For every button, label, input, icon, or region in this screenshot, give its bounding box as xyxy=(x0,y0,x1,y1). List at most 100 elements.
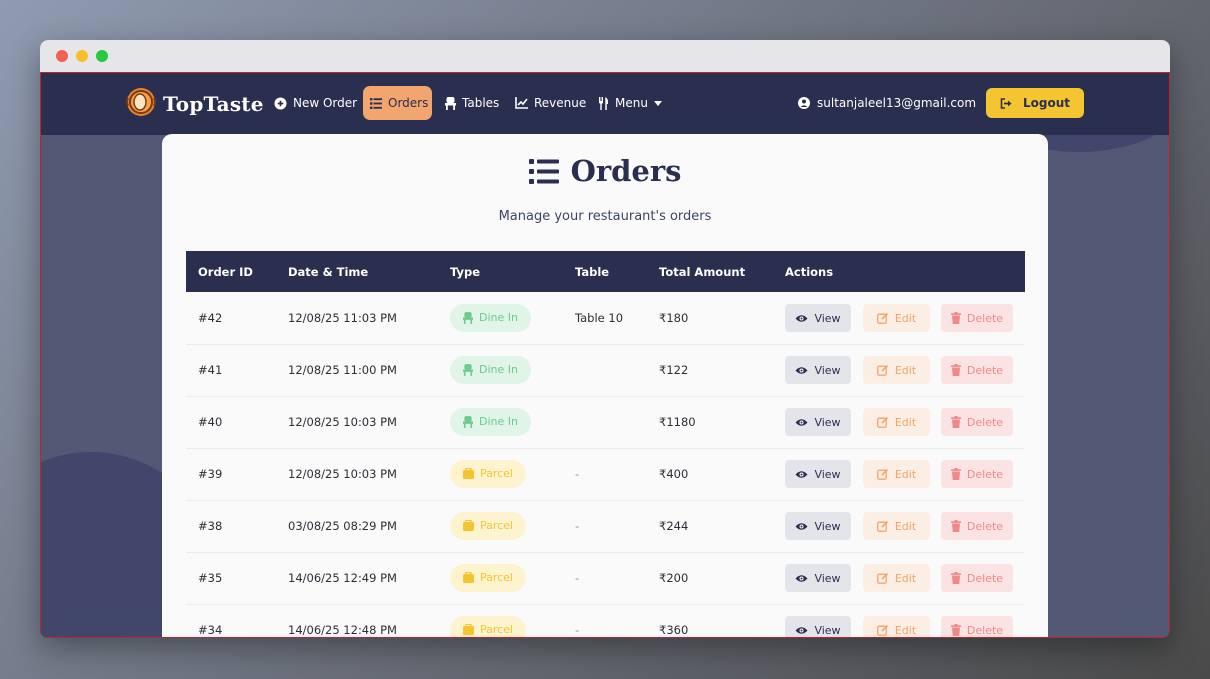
edit-icon xyxy=(876,468,889,480)
trash-icon xyxy=(950,520,961,532)
delete-label: Delete xyxy=(966,311,1004,325)
nav-tables[interactable]: Tables xyxy=(438,86,506,120)
view-button[interactable]: View xyxy=(785,356,851,384)
trash-icon xyxy=(950,416,961,428)
chart-line-icon xyxy=(515,97,528,109)
eye-icon xyxy=(795,574,808,583)
utensils-icon xyxy=(598,96,609,110)
order-table: Table 10 xyxy=(575,310,624,325)
order-id: #38 xyxy=(198,518,223,533)
order-id: #40 xyxy=(198,414,223,429)
view-button[interactable]: View xyxy=(785,408,851,436)
edit-button[interactable]: Edit xyxy=(863,616,930,637)
nav-menu-dropdown[interactable]: Menu xyxy=(591,86,669,120)
column-header-date-time: Date & Time xyxy=(288,264,369,279)
caret-down-icon xyxy=(653,100,662,106)
order-table: - xyxy=(575,466,580,481)
view-button[interactable]: View xyxy=(785,564,851,592)
trash-icon xyxy=(950,624,961,636)
edit-button[interactable]: Edit xyxy=(863,564,930,592)
logout-button[interactable]: Logout xyxy=(986,88,1084,118)
order-amount: ₹180 xyxy=(659,310,689,325)
nav-label: Tables xyxy=(462,96,500,110)
order-type-label: Dine In xyxy=(479,311,518,324)
eye-icon xyxy=(795,314,808,323)
box-icon xyxy=(463,624,474,635)
edit-button[interactable]: Edit xyxy=(863,512,930,540)
view-button[interactable]: View xyxy=(785,512,851,540)
view-label: View xyxy=(814,311,841,325)
close-window-button[interactable] xyxy=(56,50,68,62)
order-type-label: Parcel xyxy=(480,467,514,480)
order-datetime: 12/08/25 11:00 PM xyxy=(288,362,397,377)
user-email: sultanjaleel13@gmail.com xyxy=(817,96,977,110)
order-type-label: Dine In xyxy=(479,415,518,428)
plus-circle-icon xyxy=(274,96,287,110)
order-datetime: 12/08/25 10:03 PM xyxy=(288,414,397,429)
edit-label: Edit xyxy=(894,623,917,637)
box-icon xyxy=(463,468,474,479)
delete-button[interactable]: Delete xyxy=(941,564,1013,592)
edit-label: Edit xyxy=(894,363,917,377)
order-type-badge: Parcel xyxy=(450,563,527,592)
order-id: #34 xyxy=(198,622,223,637)
user-account[interactable]: sultanjaleel13@gmail.com xyxy=(798,86,976,120)
edit-button[interactable]: Edit xyxy=(863,304,930,332)
view-button[interactable]: View xyxy=(785,304,851,332)
table-row: #42 12/08/25 11:03 PM Dine In Table 10 ₹180 V… xyxy=(186,292,1025,345)
edit-button[interactable]: Edit xyxy=(863,408,930,436)
eye-icon xyxy=(795,470,808,479)
nav-orders[interactable]: Orders xyxy=(363,86,432,120)
page-viewport: TopTaste New Order Orders Tables Revenue… xyxy=(40,72,1170,638)
box-icon xyxy=(463,520,474,531)
order-id: #35 xyxy=(198,570,223,585)
order-type-badge: Parcel xyxy=(450,511,527,540)
view-label: View xyxy=(814,363,841,377)
delete-button[interactable]: Delete xyxy=(941,512,1013,540)
trash-icon xyxy=(950,364,961,376)
chair-icon xyxy=(463,415,473,428)
order-type-label: Parcel xyxy=(480,519,514,532)
delete-button[interactable]: Delete xyxy=(941,356,1013,384)
view-label: View xyxy=(814,519,841,533)
order-type: Parcel xyxy=(450,448,527,499)
delete-label: Delete xyxy=(966,363,1004,377)
table-row: #40 12/08/25 10:03 PM Dine In ₹1180 View Edit… xyxy=(186,396,1025,449)
brand-logo-link[interactable]: TopTaste xyxy=(125,87,264,121)
column-header-table: Table xyxy=(575,264,610,279)
view-button[interactable]: View xyxy=(785,616,851,637)
edit-button[interactable]: Edit xyxy=(863,356,930,384)
delete-button[interactable]: Delete xyxy=(941,460,1013,488)
view-label: View xyxy=(814,571,841,585)
delete-button[interactable]: Delete xyxy=(941,408,1013,436)
view-label: View xyxy=(814,623,841,637)
order-type-badge: Dine In xyxy=(450,303,531,332)
table-row: #39 12/08/25 10:03 PM Parcel - ₹400 View Edit D… xyxy=(186,448,1025,501)
table-row: #35 14/06/25 12:49 PM Parcel - ₹200 View Edit D… xyxy=(186,552,1025,605)
edit-label: Edit xyxy=(894,311,917,325)
nav-revenue[interactable]: Revenue xyxy=(508,86,593,120)
nav-new-order[interactable]: New Order xyxy=(267,86,364,120)
chair-icon xyxy=(463,311,473,324)
minimize-window-button[interactable] xyxy=(76,50,88,62)
order-table: - xyxy=(575,570,580,585)
maximize-window-button[interactable] xyxy=(96,50,108,62)
logout-label: Logout xyxy=(1022,96,1070,110)
trash-icon xyxy=(950,312,961,324)
edit-label: Edit xyxy=(894,467,917,481)
delete-label: Delete xyxy=(966,519,1004,533)
edit-icon xyxy=(876,520,889,532)
order-datetime: 14/06/25 12:49 PM xyxy=(288,570,397,585)
edit-button[interactable]: Edit xyxy=(863,460,930,488)
view-button[interactable]: View xyxy=(785,460,851,488)
order-type-badge: Dine In xyxy=(450,407,531,436)
chair-icon xyxy=(463,363,473,376)
box-icon xyxy=(463,572,474,583)
order-type: Parcel xyxy=(450,604,527,637)
delete-button[interactable]: Delete xyxy=(941,304,1013,332)
order-type-label: Parcel xyxy=(480,571,514,584)
column-header-actions: Actions xyxy=(785,264,834,279)
page-title-text: Orders xyxy=(570,154,682,188)
delete-button[interactable]: Delete xyxy=(941,616,1013,637)
column-header-order-id: Order ID xyxy=(198,264,253,279)
